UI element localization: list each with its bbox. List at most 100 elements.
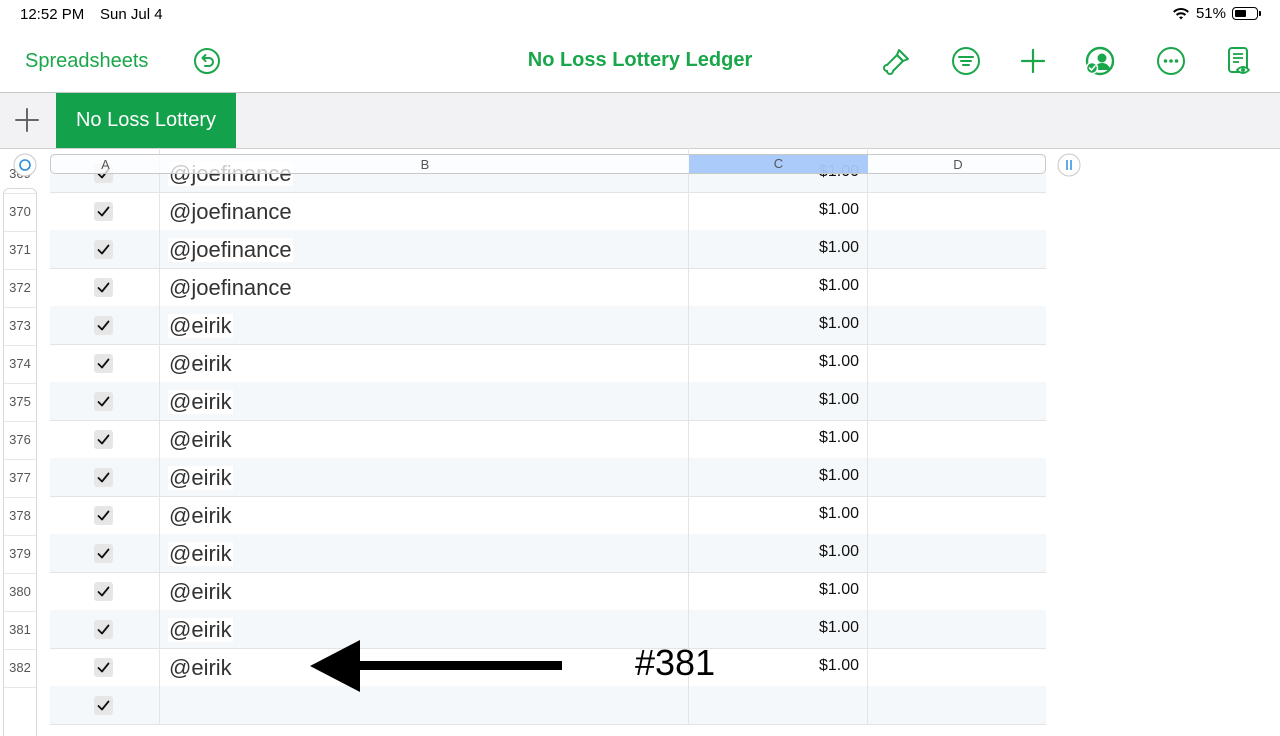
cell-b[interactable]: @eirik — [160, 344, 689, 382]
checkbox[interactable] — [94, 506, 113, 525]
cell-d[interactable] — [868, 268, 1046, 306]
add-icon[interactable] — [1017, 45, 1049, 77]
checkbox[interactable] — [94, 582, 113, 601]
row-number[interactable]: 377 — [4, 459, 36, 498]
table-row[interactable]: @eirik $1.00 — [50, 306, 1046, 345]
cell-d[interactable] — [868, 496, 1046, 534]
cell-c[interactable]: $1.00 — [689, 496, 868, 534]
checkbox[interactable] — [94, 620, 113, 639]
cell-a[interactable] — [50, 686, 160, 724]
tab-no-loss-lottery[interactable]: No Loss Lottery — [56, 93, 236, 148]
row-number[interactable]: 370 — [4, 193, 36, 232]
row-number[interactable]: 381 — [4, 611, 36, 650]
cell-b[interactable]: @eirik — [160, 306, 689, 344]
cell-d[interactable] — [868, 230, 1046, 268]
row-number[interactable]: 372 — [4, 269, 36, 308]
cell-c[interactable]: $1.00 — [689, 382, 868, 420]
checkbox[interactable] — [94, 392, 113, 411]
cell-d[interactable] — [868, 610, 1046, 648]
reader-view-icon[interactable] — [1223, 45, 1255, 77]
cell-a[interactable] — [50, 344, 160, 382]
column-header-c[interactable]: C — [689, 155, 868, 173]
cell-a[interactable] — [50, 534, 160, 572]
filter-icon[interactable] — [950, 45, 982, 77]
cell-b[interactable]: @joefinance — [160, 230, 689, 268]
checkbox[interactable] — [94, 658, 113, 677]
cell-d[interactable] — [868, 534, 1046, 572]
add-sheet-icon[interactable] — [14, 107, 40, 133]
cell-a[interactable] — [50, 192, 160, 230]
row-number[interactable]: 378 — [4, 497, 36, 536]
cell-c[interactable]: $1.00 — [689, 420, 868, 458]
cell-a[interactable] — [50, 382, 160, 420]
collaborate-icon[interactable] — [1084, 45, 1116, 77]
row-number[interactable]: 379 — [4, 535, 36, 574]
cell-d[interactable] — [868, 344, 1046, 382]
row-number[interactable]: 376 — [4, 421, 36, 460]
cell-a[interactable] — [50, 420, 160, 458]
column-header-bar[interactable]: A B C D — [50, 154, 1046, 174]
cell-c[interactable]: $1.00 — [689, 648, 868, 686]
row-number[interactable]: 374 — [4, 345, 36, 384]
cell-a[interactable] — [50, 648, 160, 686]
cell-c[interactable]: $1.00 — [689, 344, 868, 382]
table-row[interactable]: @eirik $1.00 — [50, 420, 1046, 459]
cell-b[interactable]: @eirik — [160, 458, 689, 496]
checkbox[interactable] — [94, 240, 113, 259]
table-row[interactable]: @joefinance $1.00 — [50, 268, 1046, 307]
cell-b[interactable]: @joefinance — [160, 192, 689, 230]
freeze-columns-icon[interactable] — [1057, 153, 1081, 177]
row-number[interactable]: 375 — [4, 383, 36, 422]
checkbox[interactable] — [94, 430, 113, 449]
table-row[interactable]: @eirik $1.00 — [50, 534, 1046, 573]
column-header-d[interactable]: D — [869, 157, 1047, 172]
table-row[interactable]: @eirik $1.00 — [50, 344, 1046, 383]
cell-c[interactable]: $1.00 — [689, 572, 868, 610]
cell-a[interactable] — [50, 572, 160, 610]
checkbox[interactable] — [94, 316, 113, 335]
cell-d[interactable] — [868, 306, 1046, 344]
cell-b[interactable]: @eirik — [160, 420, 689, 458]
cell-a[interactable] — [50, 230, 160, 268]
cell-c[interactable]: $1.00 — [689, 230, 868, 268]
row-number[interactable]: 373 — [4, 307, 36, 346]
cell-a[interactable] — [50, 458, 160, 496]
row-number-column[interactable]: 3693703713723733743753763773783793803813… — [3, 166, 37, 736]
cell-a[interactable] — [50, 306, 160, 344]
cell-a[interactable] — [50, 496, 160, 534]
cell-d[interactable] — [868, 192, 1046, 230]
cell-b[interactable]: @eirik — [160, 534, 689, 572]
checkbox[interactable] — [94, 354, 113, 373]
cell-c[interactable]: $1.00 — [689, 534, 868, 572]
cell-d[interactable] — [868, 382, 1046, 420]
row-number[interactable]: 382 — [4, 649, 36, 688]
cell-b[interactable]: @eirik — [160, 382, 689, 420]
column-header-a[interactable]: A — [51, 157, 160, 172]
more-icon[interactable] — [1155, 45, 1187, 77]
cell-d[interactable] — [868, 648, 1046, 686]
table-row[interactable]: @eirik $1.00 — [50, 382, 1046, 421]
cell-c[interactable]: $1.00 — [689, 268, 868, 306]
table-row[interactable]: @joefinance $1.00 — [50, 192, 1046, 231]
cell-b[interactable]: @eirik — [160, 496, 689, 534]
cell-d[interactable] — [868, 572, 1046, 610]
cell-d[interactable] — [868, 458, 1046, 496]
row-number[interactable]: 371 — [4, 231, 36, 270]
select-table-handle-icon[interactable] — [13, 153, 37, 177]
cell-b[interactable]: @joefinance — [160, 268, 689, 306]
cell-c[interactable]: $1.00 — [689, 192, 868, 230]
cell-c[interactable]: $1.00 — [689, 306, 868, 344]
cell-a[interactable] — [50, 268, 160, 306]
cell-d[interactable] — [868, 420, 1046, 458]
cell-b[interactable]: @eirik — [160, 572, 689, 610]
cell-a[interactable] — [50, 610, 160, 648]
table-row[interactable]: @eirik $1.00 — [50, 496, 1046, 535]
column-header-b[interactable]: B — [161, 157, 689, 172]
table-row[interactable]: @joefinance $1.00 — [50, 230, 1046, 269]
checkbox[interactable] — [94, 696, 113, 715]
cell-c[interactable]: $1.00 — [689, 610, 868, 648]
checkbox[interactable] — [94, 468, 113, 487]
checkbox[interactable] — [94, 544, 113, 563]
table-row[interactable]: @eirik $1.00 — [50, 572, 1046, 611]
table-row[interactable]: @eirik $1.00 — [50, 458, 1046, 497]
